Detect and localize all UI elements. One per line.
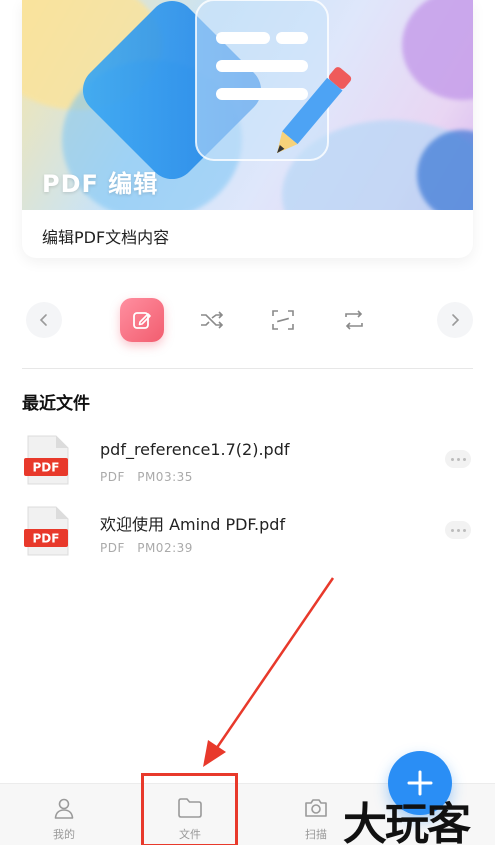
file-type: PDF — [100, 541, 125, 555]
more-options-button[interactable] — [445, 521, 471, 539]
more-dot — [456, 457, 460, 461]
more-dot — [450, 528, 454, 532]
file-time: PM02:39 — [137, 541, 193, 555]
pdf-badge-text: PDF — [33, 461, 60, 475]
file-name: 欢迎使用 Amind PDF.pdf — [100, 515, 286, 534]
more-dot — [462, 457, 466, 461]
file-meta: PDF PM03:35 — [100, 470, 193, 484]
scan-frame-icon — [272, 310, 294, 330]
watermark-logo: 大玩客 — [343, 799, 471, 845]
annotation-highlight-box — [141, 773, 238, 845]
divider — [22, 368, 473, 369]
shuffle-icon — [201, 311, 224, 329]
pdf-file-icon: PDF — [24, 435, 69, 485]
pdf-file-icon: PDF — [24, 506, 69, 556]
file-list-item[interactable]: PDF pdf_reference1.7(2).pdf PDF PM03:35 — [22, 434, 473, 496]
nav-label: 我的 — [53, 828, 75, 841]
document-edit-icon — [195, 0, 352, 161]
edit-tool-button[interactable] — [120, 298, 164, 342]
convert-tool-button[interactable] — [332, 298, 376, 342]
file-list-item[interactable]: PDF 欢迎使用 Amind PDF.pdf PDF PM02:39 — [22, 505, 473, 567]
banner-caption: 编辑PDF文档内容 — [42, 228, 170, 247]
tools-carousel — [22, 296, 473, 346]
file-meta: PDF PM02:39 — [100, 541, 193, 555]
file-name: pdf_reference1.7(2).pdf — [100, 440, 290, 459]
banner-illustration: PDF 编辑 — [22, 0, 473, 210]
pdf-badge-text: PDF — [33, 532, 60, 546]
chevron-left-icon — [39, 314, 47, 326]
more-dot — [462, 528, 466, 532]
shuffle-tool-button[interactable] — [190, 298, 234, 342]
scan-tool-button[interactable] — [261, 298, 305, 342]
feature-banner-card[interactable]: PDF 编辑 编辑PDF文档内容 — [22, 0, 473, 258]
file-type: PDF — [100, 470, 125, 484]
nav-label: 扫描 — [305, 828, 327, 841]
more-options-button[interactable] — [445, 450, 471, 468]
chevron-right-icon — [452, 314, 460, 326]
nav-item-mine[interactable]: 我的 — [4, 784, 124, 845]
recent-files-title: 最近文件 — [22, 394, 90, 414]
banner-title: PDF 编辑 — [42, 170, 159, 198]
carousel-prev-button[interactable] — [22, 298, 66, 342]
convert-icon — [345, 310, 363, 330]
more-dot — [450, 457, 454, 461]
edit-icon — [133, 312, 151, 329]
more-dot — [456, 528, 460, 532]
camera-icon — [305, 799, 327, 817]
user-icon — [54, 798, 74, 819]
file-time: PM03:35 — [137, 470, 193, 484]
carousel-next-button[interactable] — [433, 298, 477, 342]
